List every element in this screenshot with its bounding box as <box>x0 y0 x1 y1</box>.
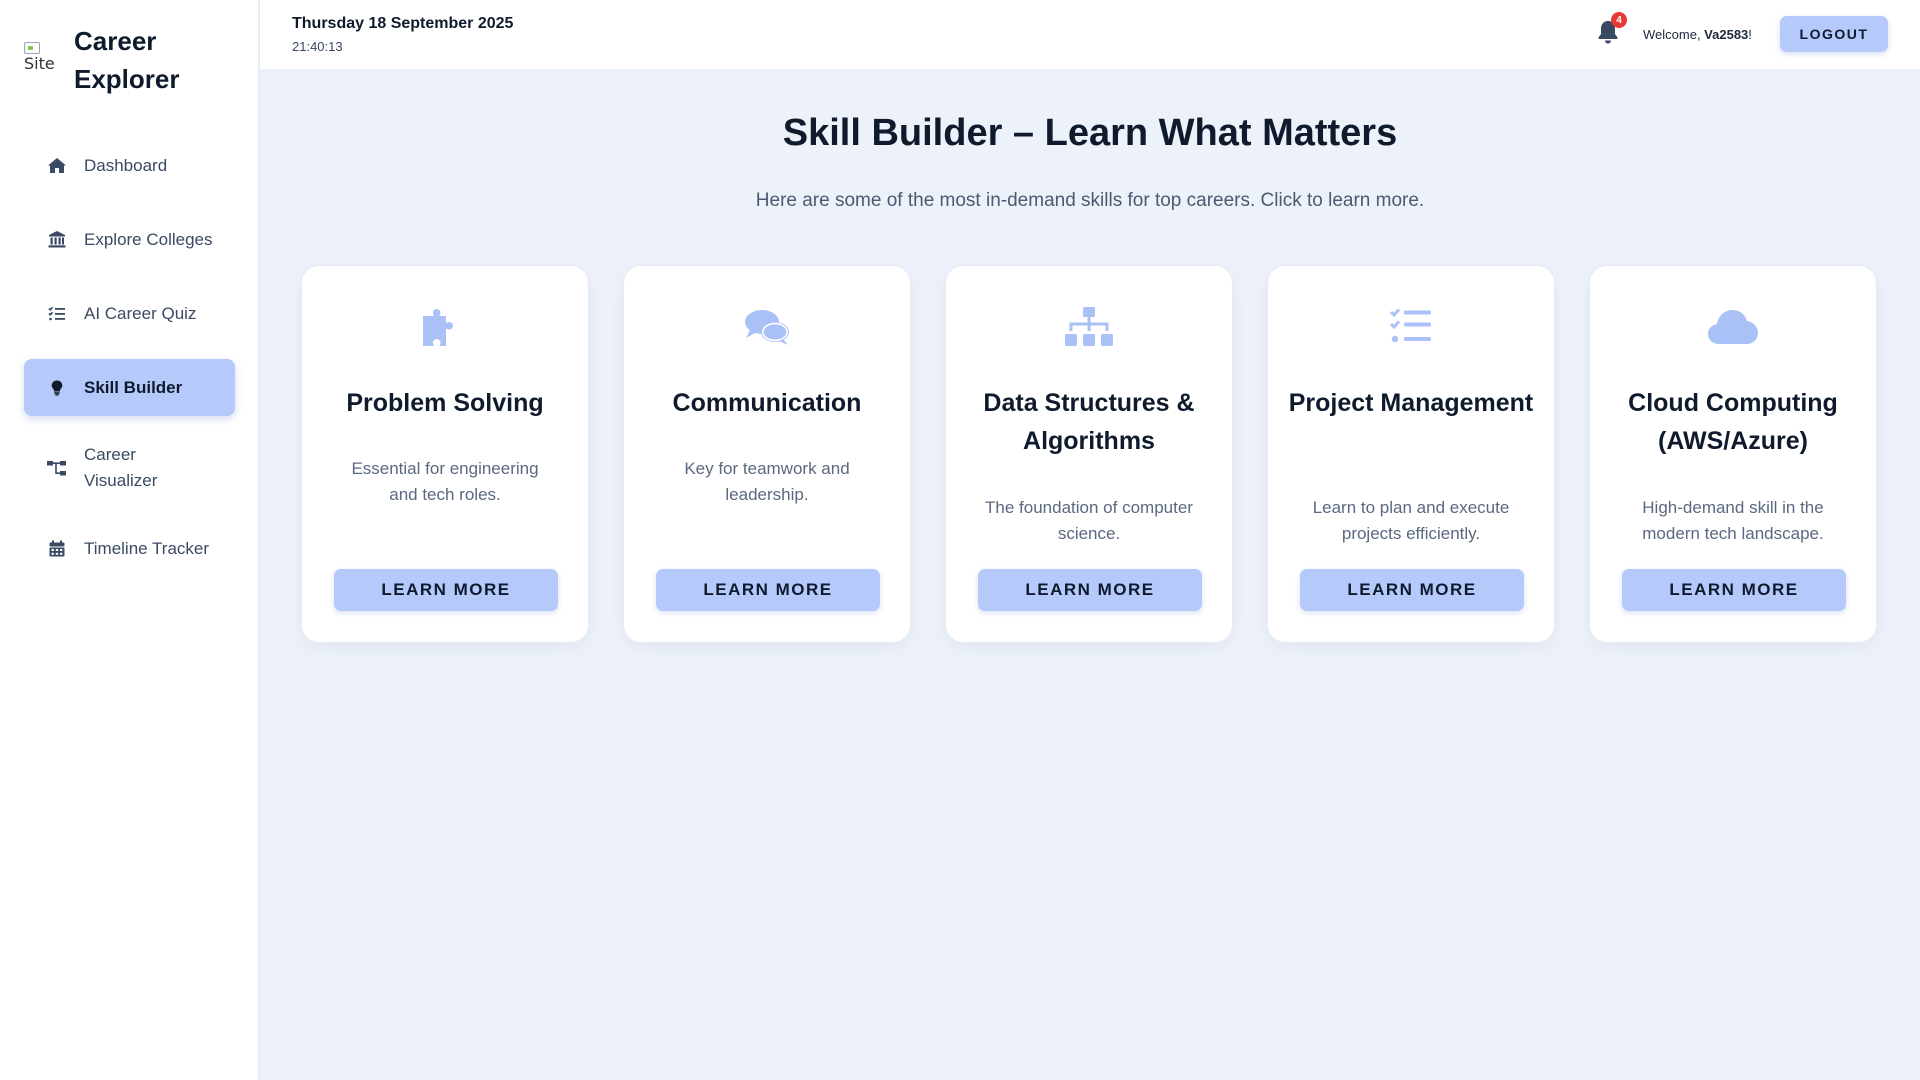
calendar-icon <box>46 540 68 558</box>
page-title: Skill Builder – Learn What Matters <box>782 112 1398 154</box>
cloud-icon <box>1590 306 1876 348</box>
top-bar: Thursday 18 September 2025 21:40:13 4 We… <box>260 0 1920 69</box>
sidebar-item-ai-career-quiz[interactable]: AI Career Quiz <box>24 285 235 342</box>
skill-title: Communication <box>672 389 862 417</box>
sidebar-item-label: AI Career Quiz <box>84 303 197 323</box>
username: Va2583 <box>1704 27 1749 42</box>
welcome-suffix: ! <box>1748 27 1752 42</box>
current-time: 21:40:13 <box>292 39 343 54</box>
site-logo-alt: Site <box>24 54 55 73</box>
welcome-message: Welcome, Va2583! <box>1643 27 1752 42</box>
sidebar-item-dashboard[interactable]: Dashboard <box>24 137 235 194</box>
sidebar-item-label: Explore Colleges <box>84 229 213 249</box>
skill-description: Key for teamwork and leadership. <box>684 459 850 504</box>
brand-title: Career Explorer <box>74 26 180 94</box>
welcome-prefix: Welcome, <box>1643 27 1705 42</box>
learn-more-button[interactable]: LEARN MORE <box>1300 569 1524 611</box>
sidebar: Site Career Explorer Dashboard Explore C… <box>0 0 259 1080</box>
sidebar-nav: Dashboard Explore Colleges AI Career Qui… <box>24 137 235 594</box>
lightbulb-icon <box>46 379 68 397</box>
skill-card-communication: Communication Key for teamwork and leade… <box>623 265 911 643</box>
skill-card-data-structures: Data Structures & Algorithms The foundat… <box>945 265 1233 643</box>
comments-icon <box>624 306 910 348</box>
skill-title: Project Management <box>1288 389 1534 417</box>
logout-button[interactable]: LOGOUT <box>1780 16 1888 52</box>
sidebar-item-label: Skill Builder <box>84 377 183 397</box>
list-check-icon <box>46 305 68 323</box>
sidebar-item-timeline-tracker[interactable]: Timeline Tracker <box>24 520 235 577</box>
skill-card-problem-solving: Problem Solving Essential for engineerin… <box>301 265 589 643</box>
sidebar-item-explore-colleges[interactable]: Explore Colleges <box>24 211 235 268</box>
page-subtitle: Here are some of the most in-demand skil… <box>755 190 1425 211</box>
broken-image-icon <box>24 42 40 54</box>
list-check-icon <box>1268 306 1554 348</box>
skill-card-project-management: Project Management Learn to plan and exe… <box>1267 265 1555 643</box>
skill-title: Cloud Computing (AWS/Azure) <box>1628 389 1838 455</box>
sitemap-icon <box>46 459 68 477</box>
home-icon <box>46 157 68 175</box>
sitemap-icon <box>946 306 1232 348</box>
university-icon <box>46 231 68 249</box>
learn-more-button[interactable]: LEARN MORE <box>334 569 558 611</box>
skill-description: Learn to plan and execute projects effic… <box>1312 498 1510 543</box>
skill-description: The foundation of computer science. <box>985 498 1193 543</box>
skill-title: Data Structures & Algorithms <box>983 389 1195 455</box>
puzzle-icon <box>302 306 588 348</box>
learn-more-button[interactable]: LEARN MORE <box>978 569 1202 611</box>
notification-badge: 4 <box>1611 12 1627 28</box>
site-logo: Site <box>24 42 55 82</box>
skill-description: Essential for engineering and tech roles… <box>351 459 539 504</box>
skill-description: High-demand skill in the modern tech lan… <box>1642 498 1824 543</box>
current-date: Thursday 18 September 2025 <box>292 15 514 32</box>
skill-card-cloud-computing: Cloud Computing (AWS/Azure) High-demand … <box>1589 265 1877 643</box>
learn-more-button[interactable]: LEARN MORE <box>1622 569 1846 611</box>
skill-cards: Problem Solving Essential for engineerin… <box>301 265 1877 643</box>
sidebar-item-label: Career Visualizer <box>84 445 158 490</box>
brand[interactable]: Site Career Explorer <box>24 22 254 102</box>
learn-more-button[interactable]: LEARN MORE <box>656 569 880 611</box>
sidebar-item-skill-builder[interactable]: Skill Builder <box>24 359 235 416</box>
sidebar-item-label: Timeline Tracker <box>84 538 210 558</box>
skill-title: Problem Solving <box>346 389 544 417</box>
sidebar-item-label: Dashboard <box>84 155 168 175</box>
sidebar-item-career-visualizer[interactable]: Career Visualizer <box>24 433 235 503</box>
